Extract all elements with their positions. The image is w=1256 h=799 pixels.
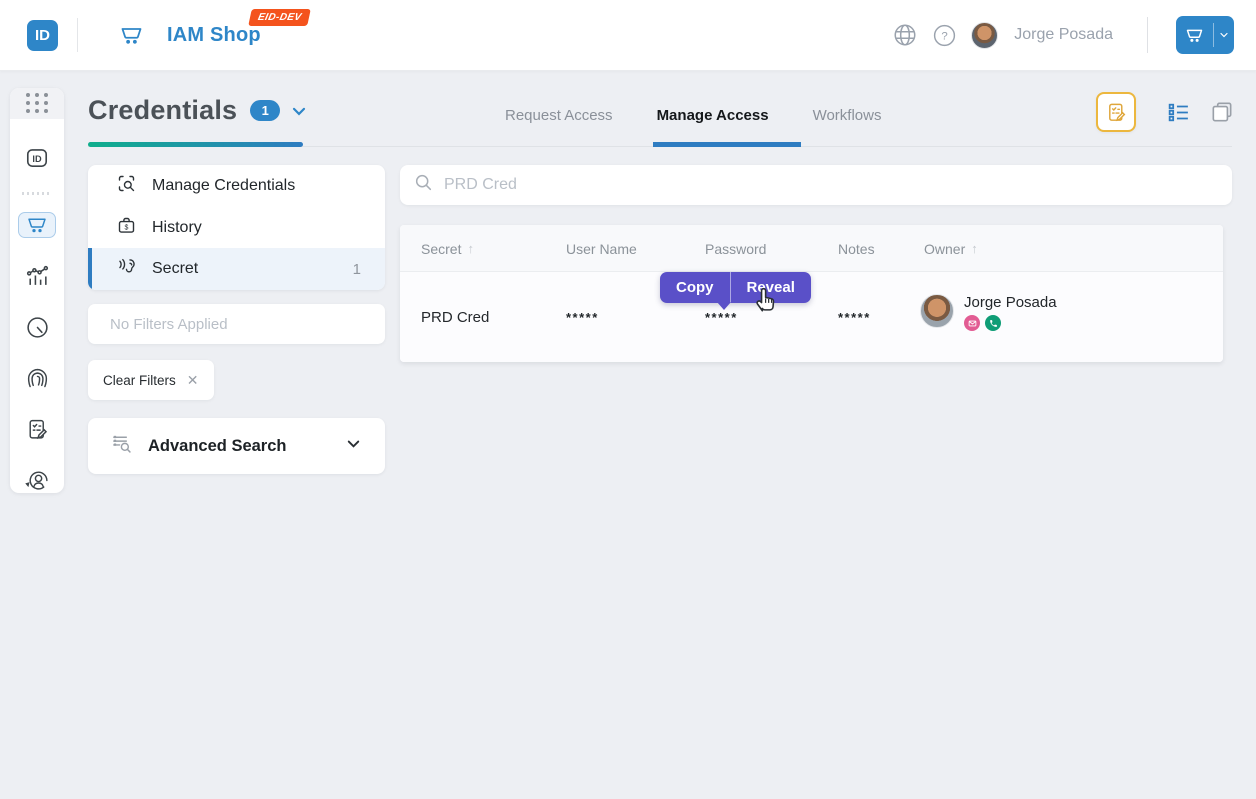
cell-notes-masked[interactable]: ***** xyxy=(838,272,871,362)
id-logo[interactable]: ID xyxy=(27,20,58,51)
credentials-menu-card: Manage Credentials $ History Secret 1 xyxy=(88,165,385,290)
rail-item-requests[interactable] xyxy=(25,417,50,442)
svg-text:?: ? xyxy=(942,30,948,42)
topbar-divider-2 xyxy=(1147,17,1148,53)
app-launcher[interactable] xyxy=(10,88,64,119)
whisper-ear-icon xyxy=(116,256,137,282)
menu-item-secret[interactable]: Secret 1 xyxy=(88,248,385,290)
rail-item-fingerprint[interactable] xyxy=(25,366,50,391)
identity-icon[interactable]: ID xyxy=(24,145,50,171)
tab-workflows[interactable]: Workflows xyxy=(813,107,882,124)
topbar-right: ? Jorge Posada xyxy=(892,16,1234,54)
table-header: Secret↑ User Name Password Notes Owner↑ xyxy=(400,225,1223,272)
menu-item-manage-credentials[interactable]: Manage Credentials xyxy=(88,165,385,207)
id-logo-text: ID xyxy=(35,27,50,44)
checkout-cart-button[interactable] xyxy=(1176,16,1234,54)
tooltip-caret xyxy=(717,302,731,310)
col-header-password[interactable]: Password xyxy=(705,225,766,272)
user-name: Jorge Posada xyxy=(1014,26,1113,44)
clear-filters-chip[interactable]: Clear Filters ✕ xyxy=(88,360,214,400)
tab-request-access[interactable]: Request Access xyxy=(505,107,613,124)
topbar: ID IAM Shop EID-DEV ? Jorge Posada xyxy=(0,0,1256,71)
cell-user-name-masked[interactable]: ***** xyxy=(566,272,599,362)
sort-asc-icon[interactable]: ↑ xyxy=(971,241,978,256)
table-search-icon xyxy=(110,432,133,460)
rail-item-user-review[interactable] xyxy=(25,468,50,493)
owner-name: Jorge Posada xyxy=(964,294,1057,311)
env-badge: EID-DEV xyxy=(248,9,311,26)
clear-filters-label: Clear Filters xyxy=(103,373,176,388)
page-title: Credentials xyxy=(88,95,237,126)
page-title-chevron-icon[interactable] xyxy=(289,101,309,121)
mouse-cursor-icon xyxy=(752,286,779,318)
user-avatar[interactable] xyxy=(971,22,998,49)
svg-text:$: $ xyxy=(125,224,129,231)
phone-badge-icon[interactable] xyxy=(985,315,1001,331)
menu-item-history[interactable]: $ History xyxy=(88,207,385,249)
menu-item-label: History xyxy=(152,219,202,237)
advanced-search-label: Advanced Search xyxy=(148,437,344,456)
sort-asc-icon[interactable]: ↑ xyxy=(467,241,474,256)
rail-item-dashboard[interactable] xyxy=(25,315,50,340)
no-filters-label: No Filters Applied xyxy=(110,316,228,333)
title-accent-bar xyxy=(88,142,303,147)
cart-dropdown-chevron-icon[interactable] xyxy=(1214,29,1234,41)
col-header-owner[interactable]: Owner↑ xyxy=(924,225,978,272)
owner-badges xyxy=(964,315,1057,331)
grid-dots-icon xyxy=(26,93,49,113)
scan-search-icon xyxy=(116,173,137,199)
left-icon-rail: ID xyxy=(10,88,64,493)
secrets-table: Secret↑ User Name Password Notes Owner↑ … xyxy=(400,225,1223,362)
list-view-icon[interactable] xyxy=(1166,100,1191,125)
email-badge-icon[interactable] xyxy=(964,315,980,331)
tab-manage-access[interactable]: Manage Access xyxy=(657,107,769,124)
close-icon[interactable]: ✕ xyxy=(187,372,199,389)
password-tooltip: Copy Reveal xyxy=(660,272,811,303)
help-icon[interactable]: ? xyxy=(932,23,957,48)
owner-avatar xyxy=(920,294,954,328)
cell-owner: Jorge Posada xyxy=(920,294,1057,331)
search-icon xyxy=(413,172,434,198)
page-count-badge: 1 xyxy=(250,100,280,121)
app-name: IAM Shop xyxy=(167,24,261,47)
rail-item-shop-active[interactable] xyxy=(18,212,56,238)
chevron-down-icon[interactable] xyxy=(344,434,363,458)
menu-item-label: Secret xyxy=(152,260,198,278)
col-header-user-name[interactable]: User Name xyxy=(566,225,637,272)
table-row[interactable]: PRD Cred ***** ***** ***** Jorge Posada xyxy=(400,272,1223,362)
menu-item-label: Manage Credentials xyxy=(152,177,295,195)
globe-icon[interactable] xyxy=(892,22,918,48)
search-bar xyxy=(400,165,1232,205)
tabbar: Request Access Manage Access Workflows xyxy=(505,107,881,124)
active-tab-underline xyxy=(653,142,801,147)
menu-item-count: 1 xyxy=(353,261,361,278)
cell-secret: PRD Cred xyxy=(421,272,489,362)
rail-divider-dashes xyxy=(22,192,52,195)
shop-cart-icon[interactable] xyxy=(118,22,145,49)
col-header-notes[interactable]: Notes xyxy=(838,225,875,272)
briefcase-dollar-icon: $ xyxy=(116,215,137,241)
page-title-row: Credentials 1 xyxy=(88,95,309,126)
cart-button-icon xyxy=(1176,25,1213,46)
copy-button[interactable]: Copy xyxy=(660,272,730,303)
view-controls xyxy=(1096,92,1235,132)
card-view-icon[interactable] xyxy=(1209,99,1235,125)
request-form-button[interactable] xyxy=(1096,92,1136,132)
advanced-search-card[interactable]: Advanced Search xyxy=(88,418,385,474)
topbar-divider xyxy=(77,18,78,52)
col-header-secret[interactable]: Secret↑ xyxy=(421,225,474,272)
search-input[interactable] xyxy=(444,176,1219,194)
rail-item-analytics[interactable] xyxy=(25,264,50,289)
iam-shop-app: ID IAM Shop EID-DEV ? Jorge Posada xyxy=(0,0,1256,799)
no-filters-applied: No Filters Applied xyxy=(88,304,385,344)
svg-text:ID: ID xyxy=(32,154,42,164)
